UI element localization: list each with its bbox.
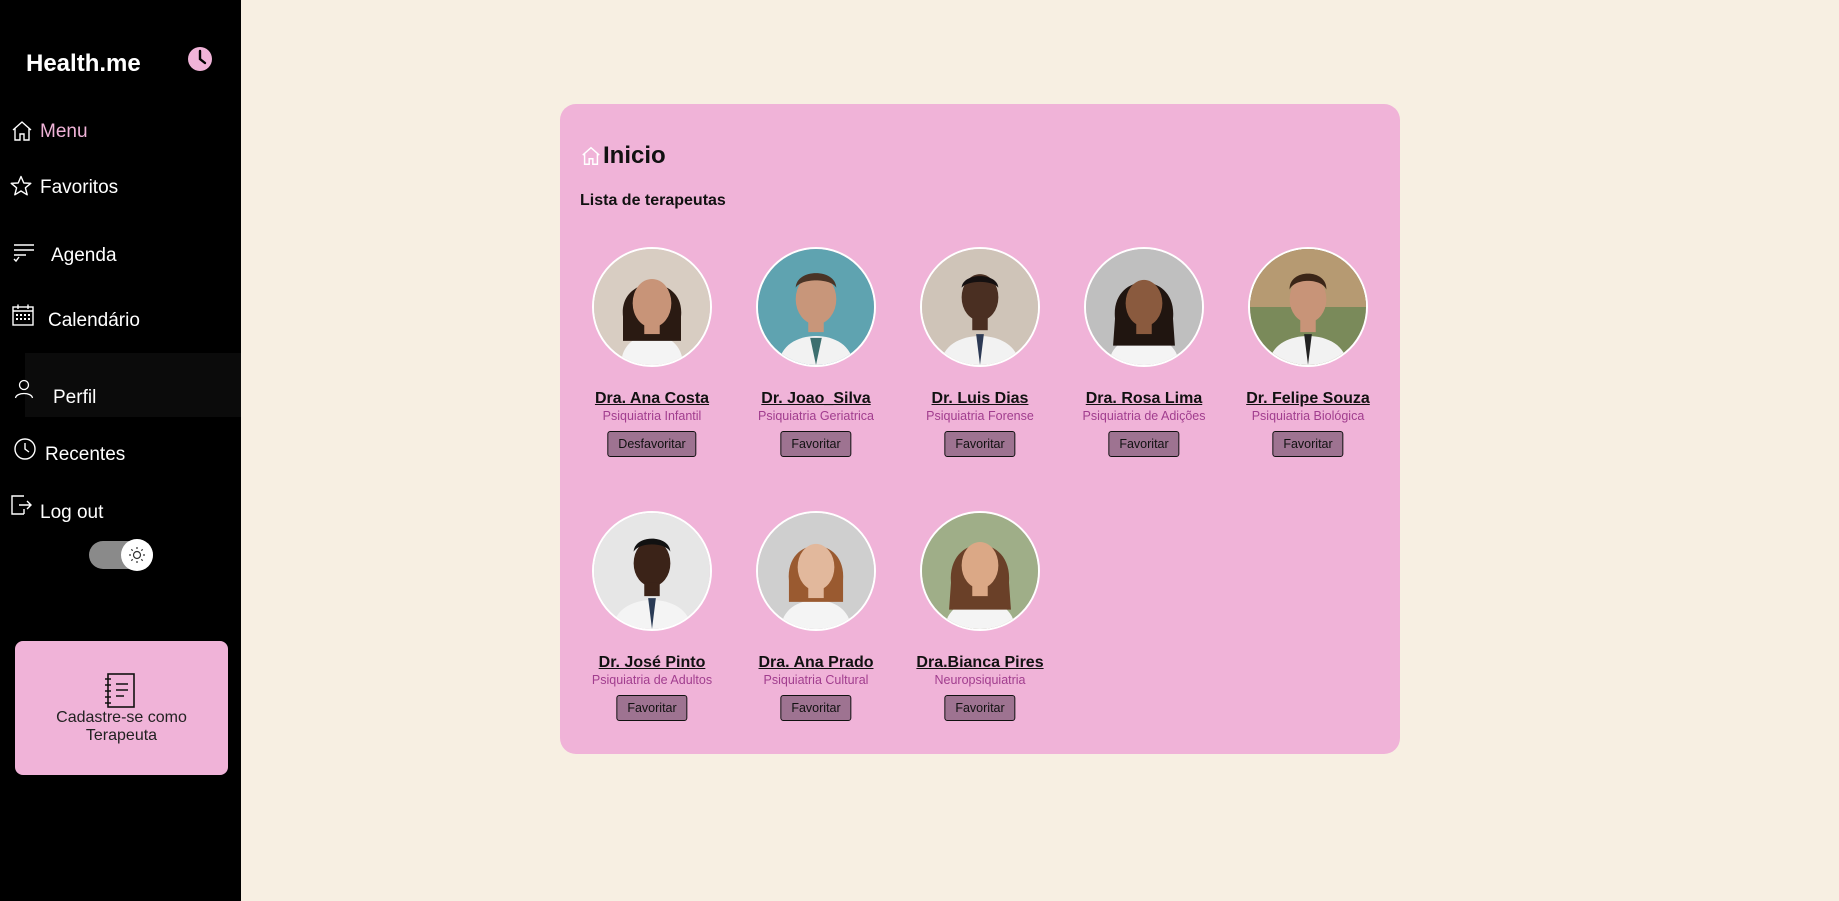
therapist-name-link[interactable]: Dr. Joao_Silva xyxy=(734,390,898,408)
therapist-card: Dra.Bianca Pires Neuropsiquiatria Favori… xyxy=(898,511,1062,751)
therapist-name-link[interactable]: Dr. Luis Dias xyxy=(898,390,1062,408)
therapist-specialty: Psiquiatria de Adições xyxy=(1082,409,1206,423)
favorite-button[interactable]: Favoritar xyxy=(780,431,852,457)
therapist-card: Dr. José Pinto Psiquiatria de Adultos Fa… xyxy=(570,511,734,751)
star-icon xyxy=(10,175,32,196)
therapist-avatar[interactable] xyxy=(1248,247,1368,367)
sidebar-item-calendario[interactable]: Calendário xyxy=(0,301,241,341)
therapist-specialty: Psiquiatria Infantil xyxy=(602,409,702,423)
therapist-avatar[interactable] xyxy=(920,511,1040,631)
therapist-name-link[interactable]: Dr. Felipe Souza xyxy=(1226,390,1390,408)
therapist-specialty: Psiquiatria Cultural xyxy=(763,673,869,687)
cta-label: Cadastre-se como Terapeuta xyxy=(56,709,187,744)
sidebar: Health.me Menu Favoritos Agenda Calendár… xyxy=(0,0,241,901)
therapist-avatar[interactable] xyxy=(920,247,1040,367)
favorite-button[interactable]: Favoritar xyxy=(944,431,1016,457)
clock-logo-icon xyxy=(188,47,212,71)
sidebar-item-label: Agenda xyxy=(51,245,117,266)
therapist-avatar[interactable] xyxy=(756,247,876,367)
home-icon xyxy=(582,146,600,165)
sidebar-item-recentes[interactable]: Recentes xyxy=(0,434,241,474)
clock-icon xyxy=(14,438,36,460)
page-title-text: Inicio xyxy=(603,142,666,169)
therapist-name-link[interactable]: Dra.Bianca Pires xyxy=(898,654,1062,672)
theme-toggle[interactable] xyxy=(89,539,153,571)
sidebar-item-agenda[interactable]: Agenda xyxy=(0,236,241,276)
therapist-avatar[interactable] xyxy=(592,247,712,367)
therapist-specialty: Neuropsiquiatria xyxy=(934,673,1026,687)
sidebar-item-label: Favoritos xyxy=(40,177,119,198)
therapist-card: Dr. Joao_Silva Psiquiatria Geriatrica Fa… xyxy=(734,247,898,487)
therapist-avatar[interactable] xyxy=(1084,247,1204,367)
therapist-avatar[interactable] xyxy=(592,511,712,631)
sidebar-item-label: Recentes xyxy=(45,444,126,465)
therapist-card: Dra. Ana Prado Psiquiatria Cultural Favo… xyxy=(734,511,898,751)
calendar-icon xyxy=(12,304,34,326)
unfavorite-button[interactable]: Desfavoritar xyxy=(607,431,697,457)
therapist-name-link[interactable]: Dra. Ana Costa xyxy=(570,390,734,408)
home-icon xyxy=(12,121,32,141)
therapist-card: Dra. Ana Costa Psiquiatria Infantil Desf… xyxy=(570,247,734,487)
register-therapist-button[interactable]: Cadastre-se como Terapeuta xyxy=(15,641,228,775)
therapist-panel: Inicio Lista de terapeutas Dra. Ana Cost… xyxy=(560,104,1400,754)
notebook-icon xyxy=(105,673,135,708)
favorite-button[interactable]: Favoritar xyxy=(944,695,1016,721)
page-title: Inicio xyxy=(580,142,666,170)
therapist-specialty: Psiquiatria Forense xyxy=(926,409,1034,423)
list-check-icon xyxy=(13,244,34,263)
therapist-specialty: Psiquiatria de Adultos xyxy=(591,673,713,687)
therapist-avatar[interactable] xyxy=(756,511,876,631)
sidebar-item-perfil[interactable]: Perfil xyxy=(14,353,241,417)
section-subtitle: Lista de terapeutas xyxy=(580,192,726,209)
therapist-card: Dr. Luis Dias Psiquiatria Forense Favori… xyxy=(898,247,1062,487)
therapist-name-link[interactable]: Dra. Rosa Lima xyxy=(1062,390,1226,408)
app-brand: Health.me xyxy=(26,50,141,77)
therapist-card: Dr. Felipe Souza Psiquiatria Biológica F… xyxy=(1226,247,1390,487)
sidebar-item-label: Log out xyxy=(40,502,104,523)
therapist-specialty: Psiquiatria Biológica xyxy=(1251,409,1365,423)
user-icon xyxy=(14,379,34,399)
therapist-specialty: Psiquiatria Geriatrica xyxy=(757,409,874,423)
therapist-name-link[interactable]: Dr. José Pinto xyxy=(570,654,734,672)
therapist-card: Dra. Rosa Lima Psiquiatria de Adições Fa… xyxy=(1062,247,1226,487)
toggle-knob xyxy=(121,539,153,571)
therapist-name-link[interactable]: Dra. Ana Prado xyxy=(734,654,898,672)
favorite-button[interactable]: Favoritar xyxy=(780,695,852,721)
sidebar-item-logout[interactable]: Log out xyxy=(0,490,241,530)
logout-icon xyxy=(11,495,32,515)
favorite-button[interactable]: Favoritar xyxy=(616,695,688,721)
sidebar-item-label: Menu xyxy=(40,121,88,142)
sidebar-item-label: Calendário xyxy=(48,310,140,331)
favorite-button[interactable]: Favoritar xyxy=(1108,431,1180,457)
sidebar-item-menu[interactable]: Menu xyxy=(0,112,241,152)
sidebar-item-favoritos[interactable]: Favoritos xyxy=(0,168,241,208)
sun-icon xyxy=(129,547,145,563)
favorite-button[interactable]: Favoritar xyxy=(1272,431,1344,457)
sidebar-item-label: Perfil xyxy=(53,387,97,408)
